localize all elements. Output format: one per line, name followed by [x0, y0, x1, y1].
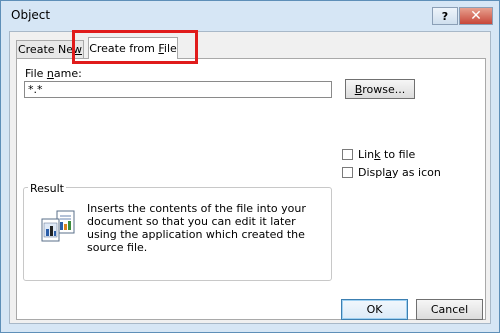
result-description: Inserts the contents of the file into yo… — [87, 202, 306, 254]
display-as-icon-box[interactable] — [342, 167, 353, 178]
close-icon: ✕ — [470, 8, 482, 24]
ok-button[interactable]: OK — [341, 299, 408, 320]
title-bar: Object ? ✕ — [1, 1, 499, 31]
browse-button[interactable]: Browse... — [345, 79, 415, 99]
help-button[interactable]: ? — [432, 7, 458, 25]
cancel-button-label: Cancel — [430, 303, 469, 316]
link-to-file-label: Link to file — [358, 148, 416, 161]
link-to-file-box[interactable] — [342, 149, 353, 160]
insert-file-icon — [41, 210, 75, 242]
display-as-icon-checkbox[interactable]: Display as icon — [342, 166, 441, 179]
close-button[interactable]: ✕ — [459, 7, 493, 25]
file-name-label: File name: — [25, 67, 82, 80]
link-to-file-checkbox[interactable]: Link to file — [342, 148, 415, 161]
highlight-annotation — [72, 30, 198, 64]
dialog-client-area: Create New Create from File File name: B… — [9, 30, 491, 324]
result-label: Result — [28, 182, 66, 195]
browse-button-label: Browse... — [354, 82, 406, 96]
cancel-button[interactable]: Cancel — [416, 299, 483, 320]
help-icon: ? — [441, 9, 449, 23]
object-dialog: Object ? ✕ Create New Create from File F… — [0, 0, 500, 333]
display-as-icon-label: Display as icon — [358, 166, 441, 179]
ok-button-label: OK — [366, 303, 383, 316]
window-title: Object — [11, 8, 51, 22]
file-name-input[interactable] — [24, 81, 332, 98]
